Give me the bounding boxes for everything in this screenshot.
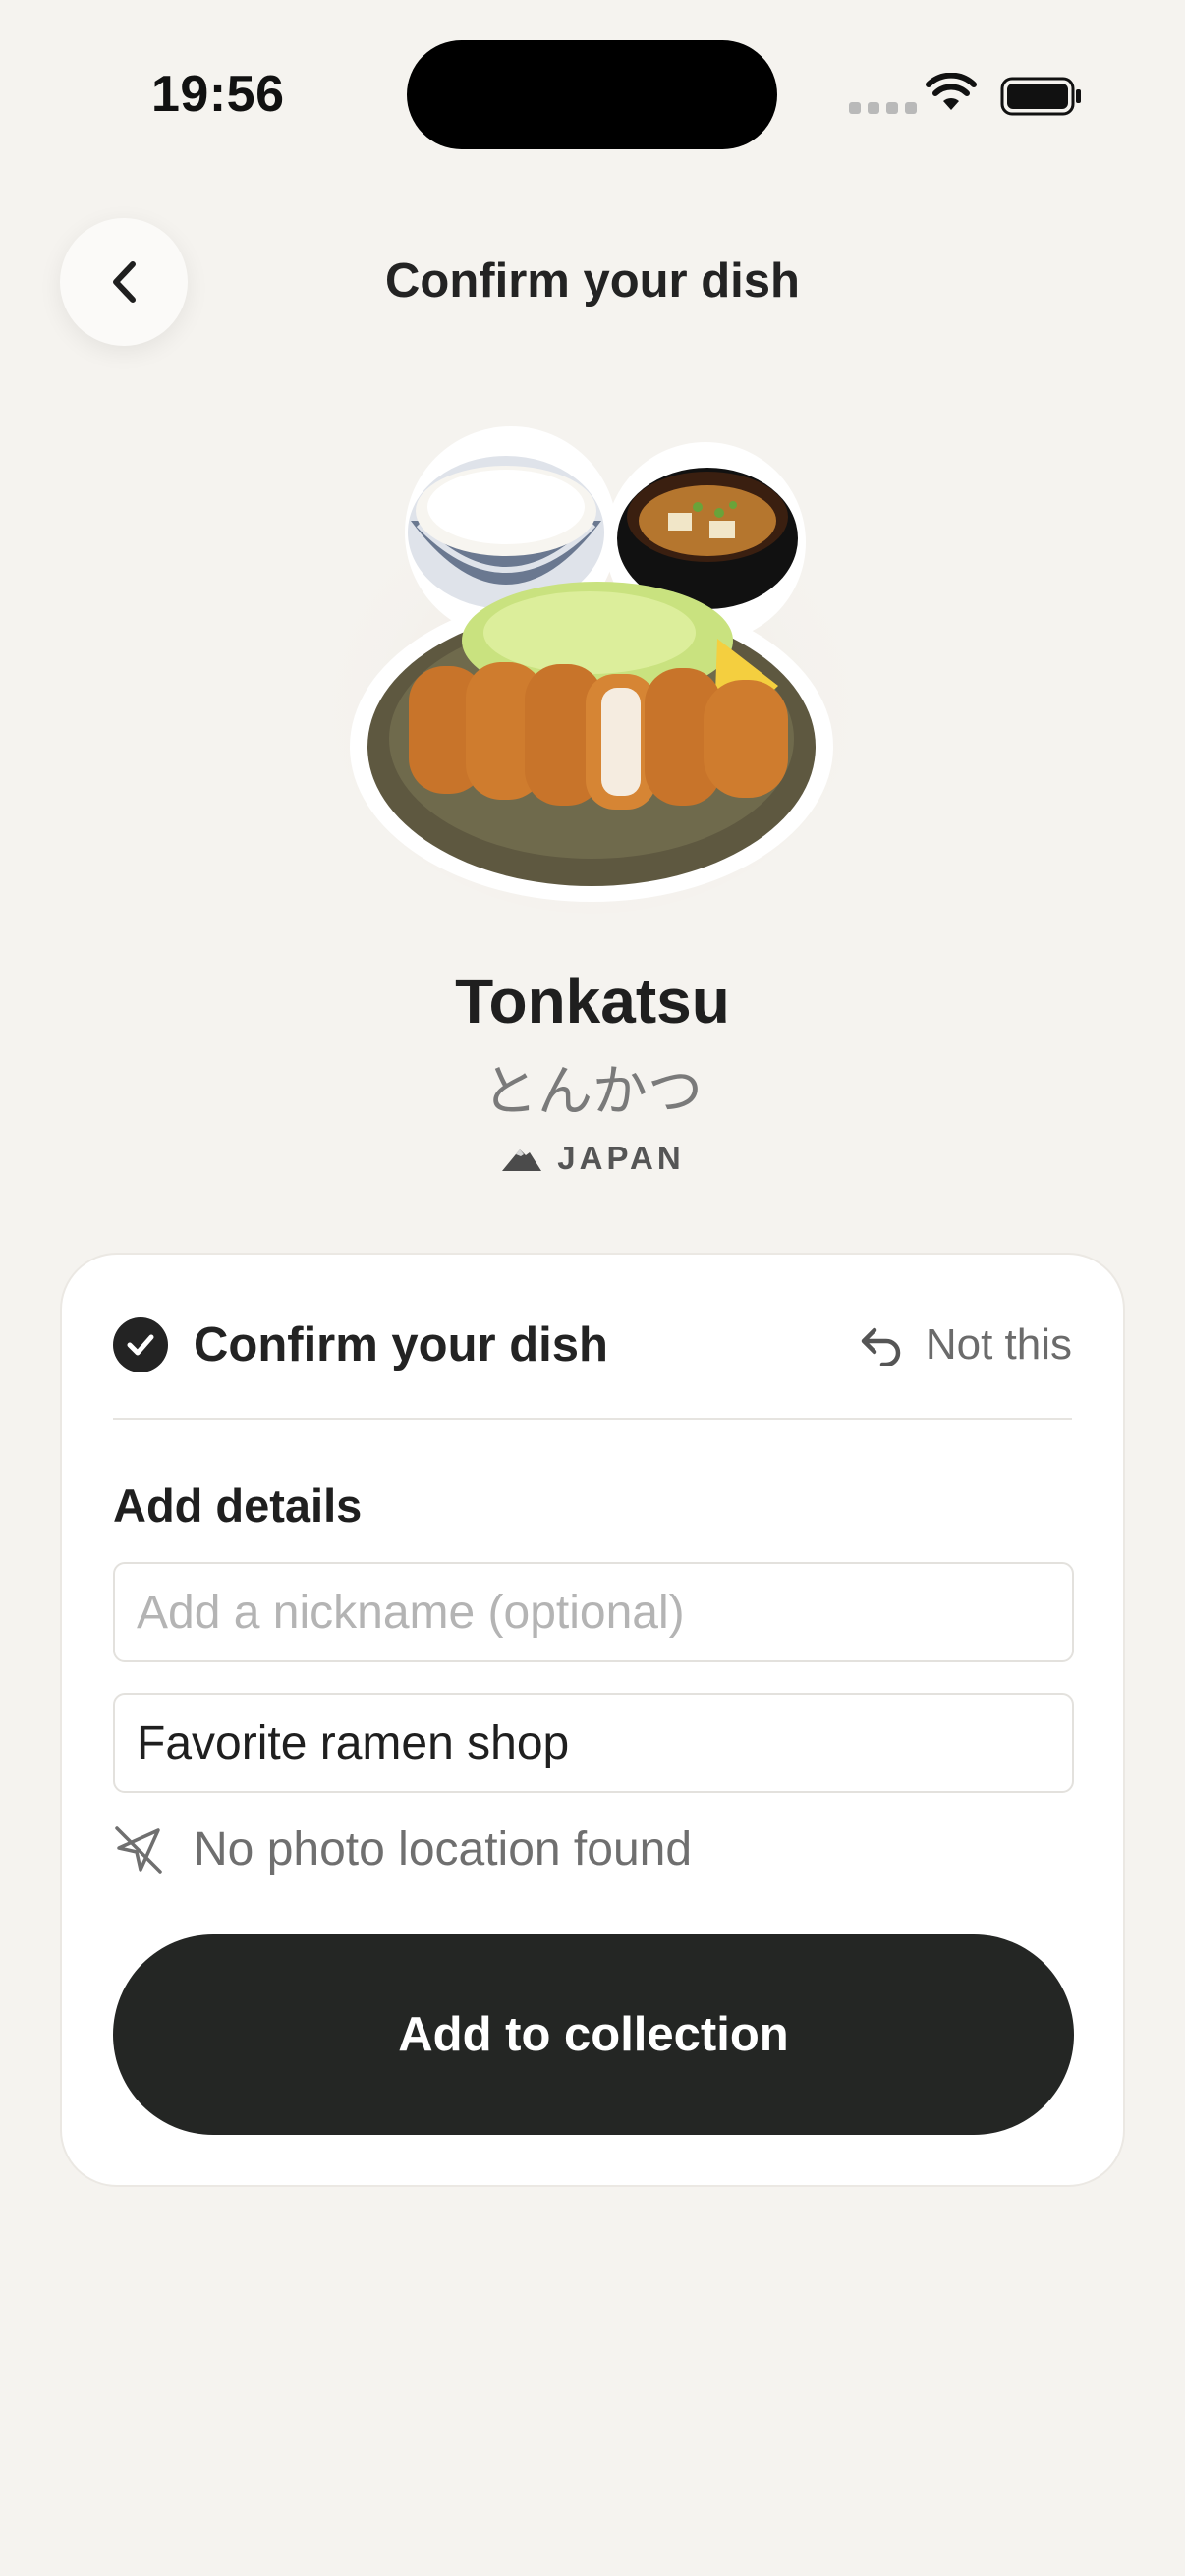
location-status: No photo location found [113, 1822, 692, 1876]
confirm-label: Confirm your dish [194, 1318, 608, 1372]
mountain-icon [502, 1149, 542, 1171]
page-title: Confirm your dish [385, 254, 800, 308]
check-circle-icon [113, 1317, 168, 1372]
not-this-label: Not this [925, 1320, 1072, 1369]
confirm-row: Confirm your dish Not this [113, 1306, 1072, 1384]
undo-arrow-icon [861, 1327, 901, 1366]
divider [113, 1418, 1072, 1420]
dish-name: Tonkatsu [455, 966, 730, 1036]
confirm-card: Confirm your dish Not this Add details N… [60, 1253, 1125, 2187]
status-time: 19:56 [151, 66, 285, 123]
details-heading: Add details [113, 1480, 363, 1532]
location-status-label: No photo location found [194, 1823, 693, 1876]
dish-image [327, 426, 858, 914]
add-to-collection-button[interactable]: Add to collection [113, 1934, 1074, 2135]
dish-native-name: とんかつ [482, 1060, 703, 1124]
confirm-dish-option[interactable]: Confirm your dish [113, 1317, 608, 1372]
wifi-icon [926, 73, 977, 110]
confirm-dish-screen: 19:56 Confirm your dish Tonkatsu とんかつ JA… [0, 0, 1185, 2576]
dynamic-island [407, 40, 777, 149]
place-input[interactable] [113, 1693, 1074, 1793]
dish-origin: JAPAN [0, 1140, 1185, 1177]
origin-label: JAPAN [557, 1140, 685, 1176]
battery-icon [1000, 77, 1081, 116]
nickname-input[interactable] [113, 1562, 1074, 1662]
not-this-button[interactable]: Not this [859, 1320, 1072, 1370]
cellular-signal-icon [849, 102, 917, 114]
location-off-icon [115, 1825, 162, 1874]
